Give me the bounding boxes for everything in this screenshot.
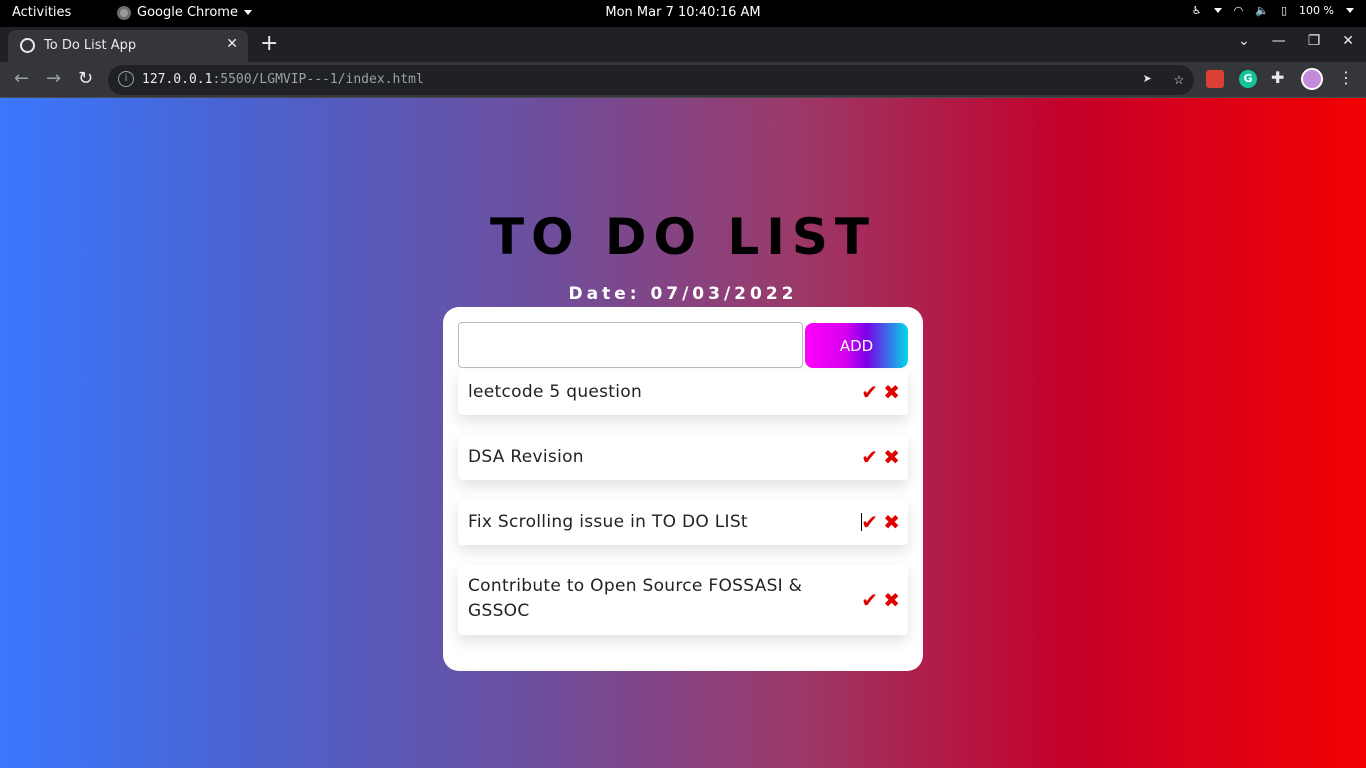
bookmark-star-icon[interactable]: ☆ [1174, 69, 1184, 89]
chrome-icon [117, 5, 131, 20]
delete-icon[interactable]: ✖ [883, 380, 900, 404]
url-text[interactable]: 127.0.0.1:5500/LGMVIP---1/index.html [142, 72, 424, 87]
info-icon[interactable]: i [118, 71, 134, 87]
battery-icon: ▯ [1280, 4, 1288, 17]
kebab-menu-icon[interactable]: ⋮ [1338, 68, 1356, 87]
tab-search-icon[interactable]: ⌄ [1238, 33, 1250, 49]
date-label: Date: 07/03/2022 [568, 284, 798, 304]
check-icon[interactable]: ✔ [861, 588, 878, 612]
send-icon[interactable]: ➤ [1143, 70, 1152, 88]
system-tray[interactable]: ♿ ◠ 🔈 ▯ 100 % [1192, 4, 1354, 17]
close-icon[interactable]: ✕ [226, 36, 238, 52]
delete-icon[interactable]: ✖ [883, 588, 900, 612]
chevron-down-icon [1346, 8, 1354, 13]
reload-icon[interactable]: ↻ [78, 68, 93, 89]
tab-strip: To Do List App ✕ + ⌄ — ❐ ✕ [0, 27, 1366, 62]
forward-icon[interactable]: → [46, 68, 61, 89]
todo-card: ADD leetcode 5 question ✔ ✖ DSA Revision… [443, 307, 923, 671]
check-icon[interactable]: ✔ [861, 380, 878, 404]
tab-active[interactable]: To Do List App ✕ [8, 30, 248, 62]
tab-title: To Do List App [44, 38, 137, 53]
accessibility-icon[interactable]: ♿ [1192, 4, 1202, 17]
activities-button[interactable]: Activities [12, 5, 71, 20]
page-viewport: TO DO LIST Date: 07/03/2022 ADD leetcode… [0, 98, 1366, 768]
todo-item: Fix Scrolling issue in TO DO LISt ✔ ✖ [458, 500, 908, 545]
new-tab-button[interactable]: + [260, 31, 278, 56]
system-top-bar: Activities Google Chrome Mon Mar 7 10:40… [0, 0, 1366, 27]
check-icon[interactable]: ✔ [861, 445, 878, 469]
todo-item: Contribute to Open Source FOSSASI & GSSO… [458, 565, 908, 635]
todo-item-text: DSA Revision [468, 447, 584, 467]
chevron-down-icon [243, 10, 252, 15]
extensions-puzzle-icon[interactable]: ✚ [1271, 68, 1289, 87]
check-icon[interactable]: ✔ [861, 510, 878, 534]
globe-icon [20, 38, 35, 53]
app-name: Google Chrome [137, 5, 238, 20]
minimize-icon[interactable]: — [1272, 33, 1286, 49]
wifi-icon: ◠ [1233, 4, 1244, 17]
chevron-down-icon [1213, 8, 1222, 13]
app-menu[interactable]: Google Chrome [117, 5, 252, 20]
close-window-icon[interactable]: ✕ [1342, 33, 1354, 49]
page-title: TO DO LIST [489, 208, 876, 266]
back-icon[interactable]: ← [14, 68, 29, 89]
todo-item-text: Fix Scrolling issue in TO DO LISt [468, 512, 748, 532]
todoist-extension-icon[interactable] [1206, 70, 1224, 88]
delete-icon[interactable]: ✖ [883, 445, 900, 469]
restore-icon[interactable]: ❐ [1308, 33, 1321, 49]
todo-item: leetcode 5 question ✔ ✖ [458, 370, 908, 415]
todo-item-text: leetcode 5 question [468, 382, 643, 402]
todo-item: DSA Revision ✔ ✖ [458, 435, 908, 480]
address-bar[interactable]: i 127.0.0.1:5500/LGMVIP---1/index.html ➤… [108, 65, 1194, 95]
add-button[interactable]: ADD [805, 323, 908, 368]
window-controls: ⌄ — ❐ ✕ [1238, 33, 1354, 49]
delete-icon[interactable]: ✖ [883, 510, 900, 534]
profile-avatar[interactable] [1301, 68, 1323, 90]
browser-toolbar: ← → ↻ i 127.0.0.1:5500/LGMVIP---1/index.… [0, 62, 1366, 98]
task-input[interactable] [458, 322, 803, 368]
battery-percent: 100 % [1299, 4, 1334, 17]
todo-item-text: Contribute to Open Source FOSSASI & GSSO… [468, 576, 803, 621]
volume-icon: 🔈 [1255, 4, 1269, 17]
grammarly-extension-icon[interactable]: G [1239, 70, 1257, 88]
